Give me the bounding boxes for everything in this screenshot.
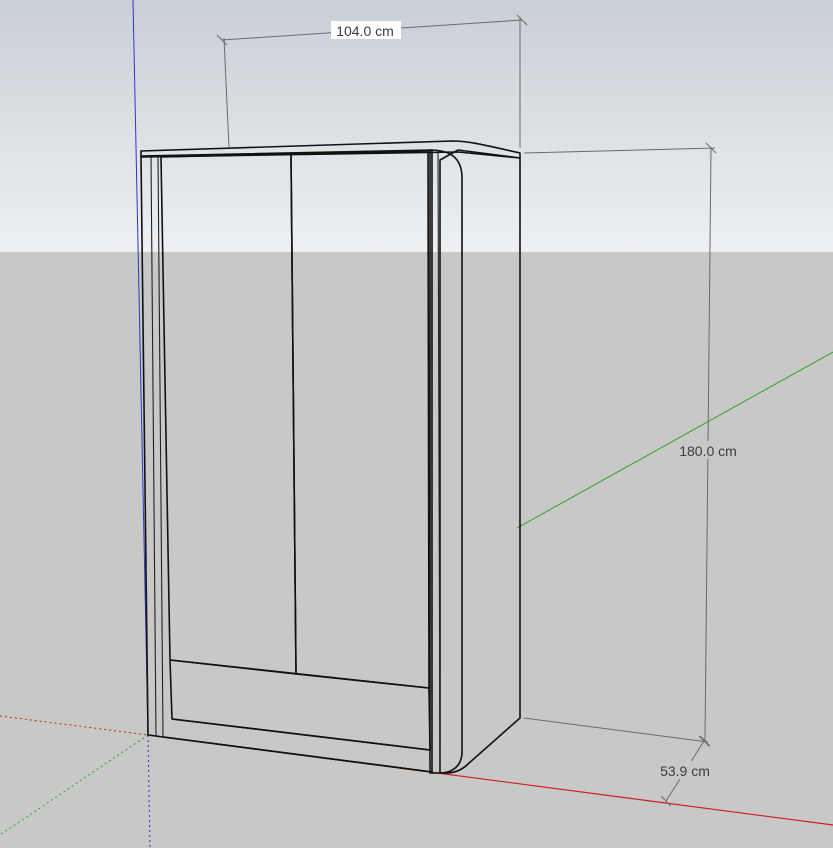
- depth-label: 53.9 cm: [660, 763, 710, 779]
- ground-plane: [0, 252, 833, 848]
- sky-background: [0, 0, 833, 252]
- height-label: 180.0 cm: [679, 443, 737, 459]
- width-label: 104.0 cm: [336, 23, 394, 39]
- 3d-viewport[interactable]: 104.0 cm 180.0 cm 53.9 cm: [0, 0, 833, 849]
- scene-canvas[interactable]: 104.0 cm 180.0 cm 53.9 cm: [0, 0, 833, 849]
